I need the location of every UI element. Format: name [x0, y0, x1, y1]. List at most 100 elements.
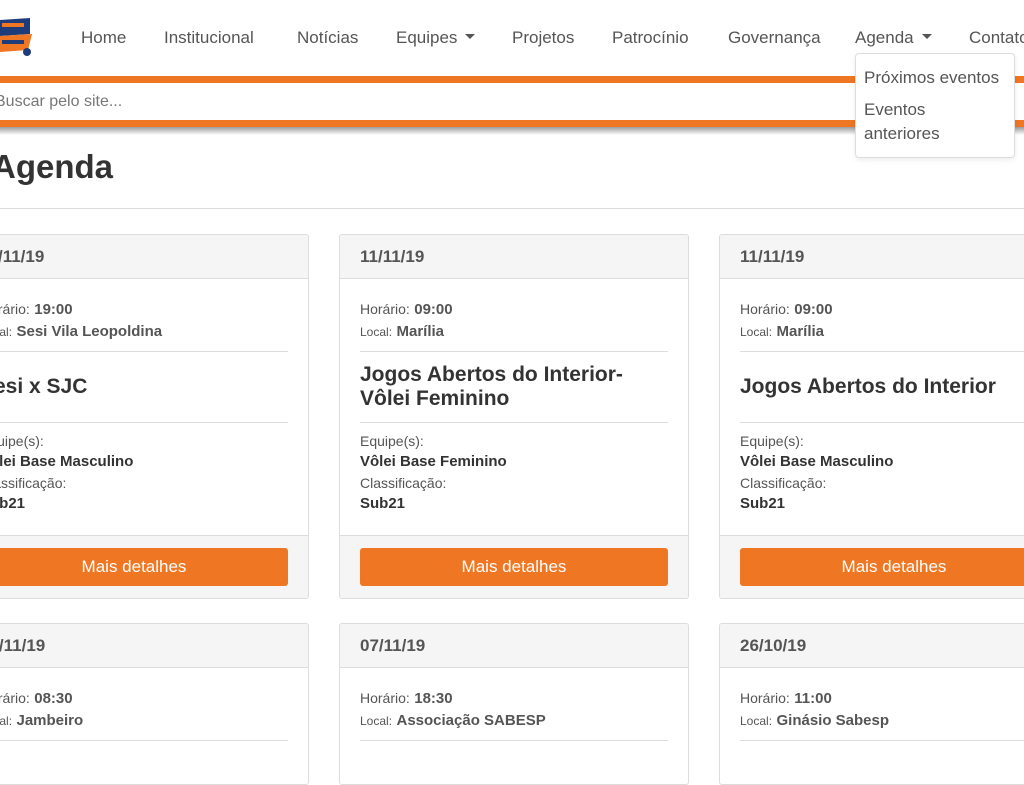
card-divider	[740, 351, 1024, 352]
chevron-down-icon	[465, 34, 476, 40]
classification-value: Sub21	[0, 495, 26, 512]
card-divider	[0, 422, 288, 423]
place-label: Local:	[0, 714, 13, 728]
place-value: Ginásio Sabesp	[776, 712, 890, 729]
event-card: 11/11/19 Horário: 09:00 Local: Marília J…	[339, 234, 689, 599]
time-label: Horário:	[740, 301, 790, 317]
time-label: Horário:	[360, 690, 410, 706]
place-value: Marília	[776, 323, 825, 340]
place-value: Marília	[396, 323, 445, 340]
event-place: Local: Jambeiro	[0, 712, 83, 730]
nav-institucional[interactable]: Institucional	[164, 28, 254, 48]
event-time: Horário: 09:00	[740, 301, 833, 319]
place-value: Jambeiro	[16, 712, 84, 729]
classification-label: Classificação:	[0, 475, 67, 491]
event-card: 11/11/19 Horário: 09:00 Local: Marília J…	[719, 234, 1024, 599]
time-label: Horário:	[740, 690, 790, 706]
event-place: Local: Associação SABESP	[360, 712, 546, 730]
time-label: Horário:	[0, 690, 30, 706]
event-date: 11/11/19	[740, 247, 805, 266]
card-header: 11/11/19	[0, 235, 308, 279]
card-footer: Mais detalhes	[0, 535, 308, 598]
time-label: Horário:	[360, 301, 410, 317]
agenda-dropdown-menu: Próximos eventos Eventos anteriores	[855, 53, 1015, 158]
teams-value: Vôlei Base Masculino	[0, 453, 134, 470]
details-button[interactable]: Mais detalhes	[360, 548, 668, 586]
event-date: 11/11/19	[360, 247, 425, 266]
event-title: Jogos Abertos do Interior	[740, 375, 996, 398]
card-footer: Mais detalhes	[720, 535, 1024, 598]
place-label: Local:	[360, 714, 393, 728]
time-value: 09:00	[794, 301, 833, 318]
event-card: 11/11/19 Horário: 19:00 Local: Sesi Vila…	[0, 234, 309, 599]
place-label: Local:	[360, 325, 393, 339]
event-date: 11/11/19	[0, 247, 45, 266]
event-date: 07/11/19	[360, 636, 426, 655]
place-label: Local:	[740, 714, 773, 728]
teams-label: Equipe(s):	[740, 433, 804, 449]
event-title: Sesi x SJC	[0, 375, 88, 398]
time-label: Horário:	[0, 301, 30, 317]
chevron-down-icon	[921, 34, 932, 40]
event-place: Local: Marília	[360, 323, 444, 341]
event-time: Horário: 09:00	[360, 301, 453, 319]
event-date: 10/11/19	[0, 636, 46, 655]
event-place: Local: Sesi Vila Leopoldina	[0, 323, 162, 341]
card-divider	[360, 351, 668, 352]
place-label: Local:	[0, 325, 13, 339]
card-header: 11/11/19	[340, 235, 688, 279]
time-value: 11:00	[794, 690, 832, 707]
details-button[interactable]: Mais detalhes	[0, 548, 288, 586]
time-value: 19:00	[34, 301, 73, 318]
dropdown-item-proximos-eventos[interactable]: Próximos eventos	[864, 66, 999, 90]
nav-patrocinio[interactable]: Patrocínio	[612, 28, 689, 48]
time-value: 08:30	[34, 690, 73, 707]
nav-equipes-label: Equipes	[396, 28, 458, 47]
event-place: Local: Ginásio Sabesp	[740, 712, 889, 730]
classification-label: Classificação:	[740, 475, 827, 491]
place-value: Sesi Vila Leopoldina	[16, 323, 163, 340]
teams-label: Equipe(s):	[360, 433, 424, 449]
event-time: Horário: 11:00	[740, 690, 832, 708]
time-value: 18:30	[414, 690, 453, 707]
card-divider	[0, 740, 288, 741]
club-logo[interactable]	[0, 12, 34, 58]
classification-value: Sub21	[740, 495, 786, 512]
nav-noticias[interactable]: Notícias	[297, 28, 358, 48]
nav-equipes[interactable]: Equipes	[396, 28, 476, 48]
teams-value: Vôlei Base Feminino	[360, 453, 507, 470]
nav-governanca[interactable]: Governança	[728, 28, 821, 48]
nav-agenda[interactable]: Agenda	[855, 28, 932, 48]
page-title: Agenda	[0, 148, 114, 185]
card-divider	[740, 740, 1024, 741]
card-footer: Mais detalhes	[340, 535, 688, 598]
teams-label: Equipe(s):	[0, 433, 44, 449]
card-header: 10/11/19	[0, 624, 308, 668]
classification-label: Classificação:	[360, 475, 447, 491]
details-button[interactable]: Mais detalhes	[740, 548, 1024, 586]
event-time: Horário: 18:30	[360, 690, 453, 708]
card-divider	[0, 351, 288, 352]
title-divider	[0, 208, 1024, 209]
event-title: Jogos Abertos do Interior- Vôlei Feminin…	[360, 363, 623, 410]
card-divider	[360, 740, 668, 741]
place-value: Associação SABESP	[396, 712, 546, 729]
classification-value: Sub21	[360, 495, 406, 512]
dropdown-item-eventos-anteriores[interactable]: Eventos anteriores	[864, 98, 1004, 146]
event-time: Horário: 19:00	[0, 301, 73, 319]
teams-value: Vôlei Base Masculino	[740, 453, 894, 470]
nav-projetos[interactable]: Projetos	[512, 28, 574, 48]
card-header: 26/10/19	[720, 624, 1024, 668]
card-divider	[360, 422, 668, 423]
event-card: 10/11/19 Horário: 08:30 Local: Jambeiro	[0, 623, 309, 785]
card-header: 07/11/19	[340, 624, 688, 668]
nav-home[interactable]: Home	[81, 28, 126, 48]
event-card: 26/10/19 Horário: 11:00 Local: Ginásio S…	[719, 623, 1024, 785]
card-header: 11/11/19	[720, 235, 1024, 279]
event-date: 26/10/19	[740, 636, 807, 655]
place-label: Local:	[740, 325, 773, 339]
nav-contato[interactable]: Contato	[969, 28, 1024, 48]
card-divider	[740, 422, 1024, 423]
event-card: 07/11/19 Horário: 18:30 Local: Associaçã…	[339, 623, 689, 785]
time-value: 09:00	[414, 301, 453, 318]
